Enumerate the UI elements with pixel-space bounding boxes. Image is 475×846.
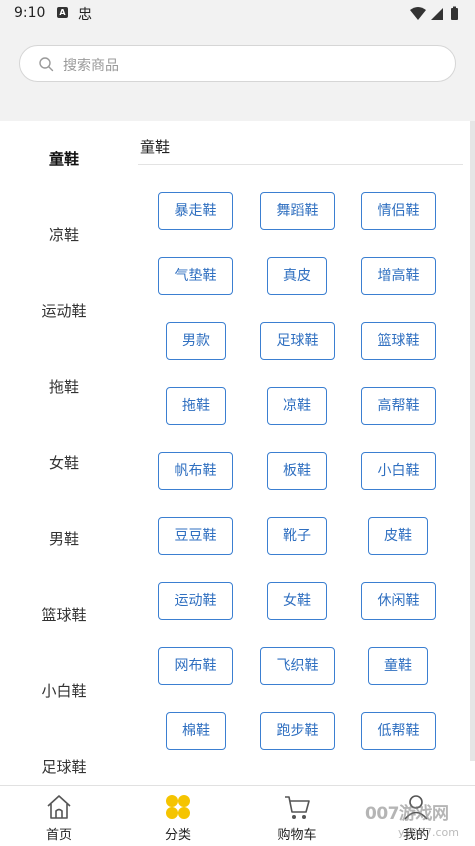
home-icon	[47, 795, 71, 819]
section-title: 童鞋	[140, 138, 171, 156]
tag-button[interactable]: 板鞋	[267, 452, 327, 490]
tag-button[interactable]: 网布鞋	[158, 647, 233, 685]
status-bar: 9:10 A 忠	[0, 0, 475, 28]
status-indicators	[410, 6, 458, 20]
sidebar-item-男鞋[interactable]: 男鞋	[0, 501, 128, 577]
tag-button[interactable]: 凉鞋	[267, 387, 327, 425]
sidebar-item-童鞋[interactable]: 童鞋	[0, 121, 128, 197]
battery-icon	[451, 8, 458, 20]
sidebar-item-女鞋[interactable]: 女鞋	[0, 425, 128, 501]
nav-label-home: 首页	[45, 828, 72, 843]
scrollbar[interactable]	[470, 121, 475, 761]
divider	[138, 164, 463, 165]
watermark-text: 007游戏网	[365, 804, 449, 824]
wifi-icon	[410, 7, 426, 20]
nav-item-home[interactable]: 首页	[0, 786, 118, 846]
category-content: 童鞋 暴走鞋 舞蹈鞋 情侣鞋 气垫鞋 真皮 增高鞋 男款 足球鞋 篮球鞋 拖鞋 …	[128, 121, 475, 785]
sidebar-item-篮球鞋[interactable]: 篮球鞋	[0, 577, 128, 653]
tag-button[interactable]: 增高鞋	[361, 257, 436, 295]
sidebar-item-足球鞋[interactable]: 足球鞋	[0, 729, 128, 785]
search-input[interactable]: 搜索商品	[19, 45, 456, 82]
nav-item-category[interactable]: 分类	[119, 786, 237, 846]
tag-button[interactable]: 豆豆鞋	[158, 517, 233, 555]
tag-button[interactable]: 休闲鞋	[361, 582, 436, 620]
category-sidebar: 童鞋 凉鞋 运动鞋 拖鞋 女鞋 男鞋 篮球鞋 小白鞋 足球鞋	[0, 121, 128, 785]
header: 搜索商品	[0, 28, 475, 121]
tag-button[interactable]: 拖鞋	[166, 387, 226, 425]
tag-button[interactable]: 童鞋	[368, 647, 428, 685]
tag-button[interactable]: 靴子	[267, 517, 327, 555]
search-icon	[39, 57, 54, 72]
tag-button[interactable]: 气垫鞋	[158, 257, 233, 295]
tag-button[interactable]: 女鞋	[267, 582, 327, 620]
tag-button[interactable]: 暴走鞋	[158, 192, 233, 230]
nav-label-cart: 购物车	[277, 828, 317, 843]
tag-button[interactable]: 真皮	[267, 257, 327, 295]
tag-button[interactable]: 帆布鞋	[158, 452, 233, 490]
tag-button[interactable]: 高帮鞋	[361, 387, 436, 425]
tag-button[interactable]: 小白鞋	[361, 452, 436, 490]
sidebar-item-凉鞋[interactable]: 凉鞋	[0, 197, 128, 273]
watermark-subtext: yx007.com	[398, 826, 460, 839]
signal-icon	[431, 8, 443, 20]
tag-button[interactable]: 男款	[166, 322, 226, 360]
cart-icon	[285, 796, 310, 819]
tag-button[interactable]: 低帮鞋	[361, 712, 436, 750]
tag-button[interactable]: 运动鞋	[158, 582, 233, 620]
tag-button[interactable]: 皮鞋	[368, 517, 428, 555]
notification-a-icon: A	[57, 7, 68, 18]
sidebar-item-小白鞋[interactable]: 小白鞋	[0, 653, 128, 729]
tag-button[interactable]: 情侣鞋	[361, 192, 436, 230]
nav-label-category: 分类	[164, 828, 191, 843]
tag-button[interactable]: 飞织鞋	[260, 647, 335, 685]
tag-button[interactable]: 篮球鞋	[361, 322, 436, 360]
notification-app-icon: 忠	[78, 7, 92, 23]
tag-button[interactable]: 跑步鞋	[260, 712, 335, 750]
tag-button[interactable]: 棉鞋	[166, 712, 226, 750]
nav-item-cart[interactable]: 购物车	[238, 786, 356, 846]
tag-button[interactable]: 足球鞋	[260, 322, 335, 360]
status-time: 9:10	[14, 5, 46, 21]
search-placeholder: 搜索商品	[63, 58, 119, 74]
sidebar-item-拖鞋[interactable]: 拖鞋	[0, 349, 128, 425]
category-icon	[166, 795, 190, 819]
sidebar-item-运动鞋[interactable]: 运动鞋	[0, 273, 128, 349]
tag-button[interactable]: 舞蹈鞋	[260, 192, 335, 230]
